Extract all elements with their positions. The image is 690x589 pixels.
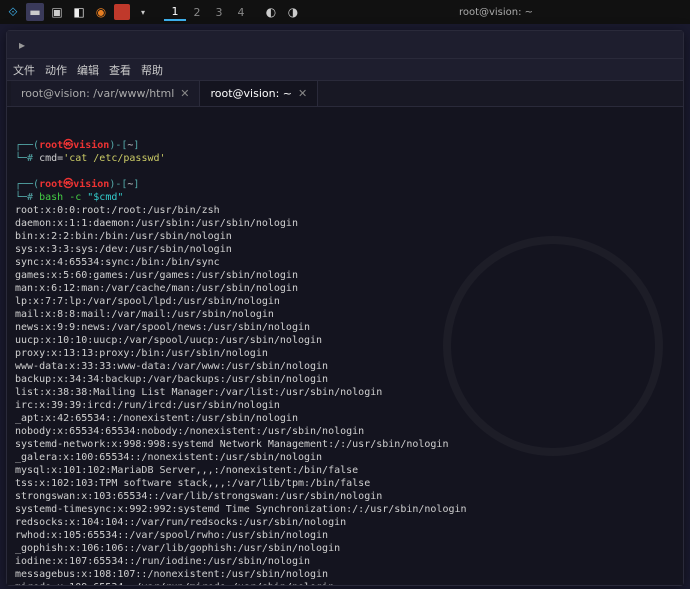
output-line: irc:x:39:39:ircd:/run/ircd:/usr/sbin/nol… [15, 399, 675, 412]
menu-file[interactable]: 文件 [13, 62, 35, 78]
window-titlebar[interactable]: ▸ [7, 31, 683, 59]
output-line: sys:x:3:3:sys:/dev:/usr/sbin/nologin [15, 243, 675, 256]
cmd-var: "$cmd" [87, 192, 123, 203]
editor-icon[interactable]: ◧ [70, 3, 88, 21]
prompt-decoration: ] [133, 140, 139, 151]
window-menu-icon[interactable]: ▸ [15, 38, 29, 52]
output-line: iodine:x:107:65534::/run/iodine:/usr/sbi… [15, 555, 675, 568]
app-icon[interactable] [114, 4, 130, 20]
output-line: systemd-network:x:998:998:systemd Networ… [15, 438, 675, 451]
tab-0[interactable]: root@vision: /var/www/html ✕ [11, 81, 200, 106]
prompt-prefix: └─# [15, 192, 39, 203]
workspace-4[interactable]: 4 [230, 3, 252, 21]
menu-view[interactable]: 查看 [109, 62, 131, 78]
prompt-decoration: ] [133, 179, 139, 190]
output-line: _apt:x:42:65534::/nonexistent:/usr/sbin/… [15, 412, 675, 425]
prompt-at: ㉿ [63, 140, 73, 151]
cmd-text: cmd= [39, 153, 63, 164]
output-line: daemon:x:1:1:daemon:/usr/sbin:/usr/sbin/… [15, 217, 675, 230]
taskbar-window-title: root@vision: ~ [459, 7, 533, 18]
menu-action[interactable]: 动作 [45, 62, 67, 78]
terminal-window: ▸ 文件 动作 编辑 查看 帮助 root@vision: /var/www/h… [6, 30, 684, 586]
files-icon[interactable]: ▬ [26, 3, 44, 21]
workspace-switcher: 1 2 3 4 [164, 3, 252, 21]
output-line: news:x:9:9:news:/var/spool/news:/usr/sbi… [15, 321, 675, 334]
output-line: www-data:x:33:33:www-data:/var/www:/usr/… [15, 360, 675, 373]
close-icon[interactable]: ✕ [298, 87, 307, 100]
output-line: uucp:x:10:10:uucp:/var/spool/uucp:/usr/s… [15, 334, 675, 347]
output-line: mail:x:8:8:mail:/var/mail:/usr/sbin/nolo… [15, 308, 675, 321]
output-line: nobody:x:65534:65534:nobody:/nonexistent… [15, 425, 675, 438]
prompt-user: root [39, 179, 63, 190]
prompt-host: vision [73, 140, 109, 151]
output-line: bin:x:2:2:bin:/bin:/usr/sbin/nologin [15, 230, 675, 243]
output-line: proxy:x:13:13:proxy:/bin:/usr/sbin/nolog… [15, 347, 675, 360]
kali-logo-icon[interactable]: ⟐ [4, 3, 22, 21]
workspace-2[interactable]: 2 [186, 3, 208, 21]
output-line: miredo:x:109:65534::/var/run/miredo:/usr… [15, 581, 675, 585]
firefox-icon[interactable]: ◉ [92, 3, 110, 21]
tab-label: root@vision: ~ [210, 87, 292, 100]
output-line: _gophish:x:106:106::/var/lib/gophish:/us… [15, 542, 675, 555]
terminal-icon[interactable]: ▣ [48, 3, 66, 21]
prompt-user: root [39, 140, 63, 151]
workspace-1[interactable]: 1 [164, 3, 186, 21]
prompt-decoration: )-[ [109, 140, 127, 151]
output-line: games:x:5:60:games:/usr/games:/usr/sbin/… [15, 269, 675, 282]
prompt-decoration: )-[ [109, 179, 127, 190]
output-line: sync:x:4:65534:sync:/bin:/bin/sync [15, 256, 675, 269]
tabbar: root@vision: /var/www/html ✕ root@vision… [7, 81, 683, 107]
prompt-prefix: └─# [15, 153, 39, 164]
menubar: 文件 动作 编辑 查看 帮助 [7, 59, 683, 81]
menu-edit[interactable]: 编辑 [77, 62, 99, 78]
output-line: lp:x:7:7:lp:/var/spool/lpd:/usr/sbin/nol… [15, 295, 675, 308]
output-line: root:x:0:0:root:/root:/usr/bin/zsh [15, 204, 675, 217]
prompt-host: vision [73, 179, 109, 190]
menu-help[interactable]: 帮助 [141, 62, 163, 78]
cmd-text: bash -c [39, 192, 87, 203]
tray-icon-1[interactable]: ◐ [262, 3, 280, 21]
tray-icon-2[interactable]: ◑ [284, 3, 302, 21]
tab-1[interactable]: root@vision: ~ ✕ [200, 81, 318, 106]
output-line: mysql:x:101:102:MariaDB Server,,,:/nonex… [15, 464, 675, 477]
cmd-string: 'cat /etc/passwd' [63, 153, 165, 164]
output-line: rwhod:x:105:65534::/var/spool/rwho:/usr/… [15, 529, 675, 542]
output-line: _galera:x:100:65534::/nonexistent:/usr/s… [15, 451, 675, 464]
output-line: list:x:38:38:Mailing List Manager:/var/l… [15, 386, 675, 399]
output-line: redsocks:x:104:104::/var/run/redsocks:/u… [15, 516, 675, 529]
output-line: man:x:6:12:man:/var/cache/man:/usr/sbin/… [15, 282, 675, 295]
output-line: tss:x:102:103:TPM software stack,,,:/var… [15, 477, 675, 490]
output-line: backup:x:34:34:backup:/var/backups:/usr/… [15, 373, 675, 386]
output-line: messagebus:x:108:107::/nonexistent:/usr/… [15, 568, 675, 581]
output-line: strongswan:x:103:65534::/var/lib/strongs… [15, 490, 675, 503]
prompt-decoration: ┌──( [15, 140, 39, 151]
prompt-at: ㉿ [63, 179, 73, 190]
dropdown-icon[interactable]: ▾ [134, 3, 152, 21]
close-icon[interactable]: ✕ [180, 87, 189, 100]
workspace-3[interactable]: 3 [208, 3, 230, 21]
terminal-output: root:x:0:0:root:/root:/usr/bin/zshdaemon… [15, 204, 675, 585]
output-line: systemd-timesync:x:992:992:systemd Time … [15, 503, 675, 516]
taskbar: ⟐ ▬ ▣ ◧ ◉ ▾ 1 2 3 4 ◐ ◑ root@vision: ~ [0, 0, 690, 24]
prompt-decoration: ┌──( [15, 179, 39, 190]
terminal-body[interactable]: ┌──(root㉿vision)-[~] └─# cmd='cat /etc/p… [7, 107, 683, 585]
tab-label: root@vision: /var/www/html [21, 87, 174, 100]
